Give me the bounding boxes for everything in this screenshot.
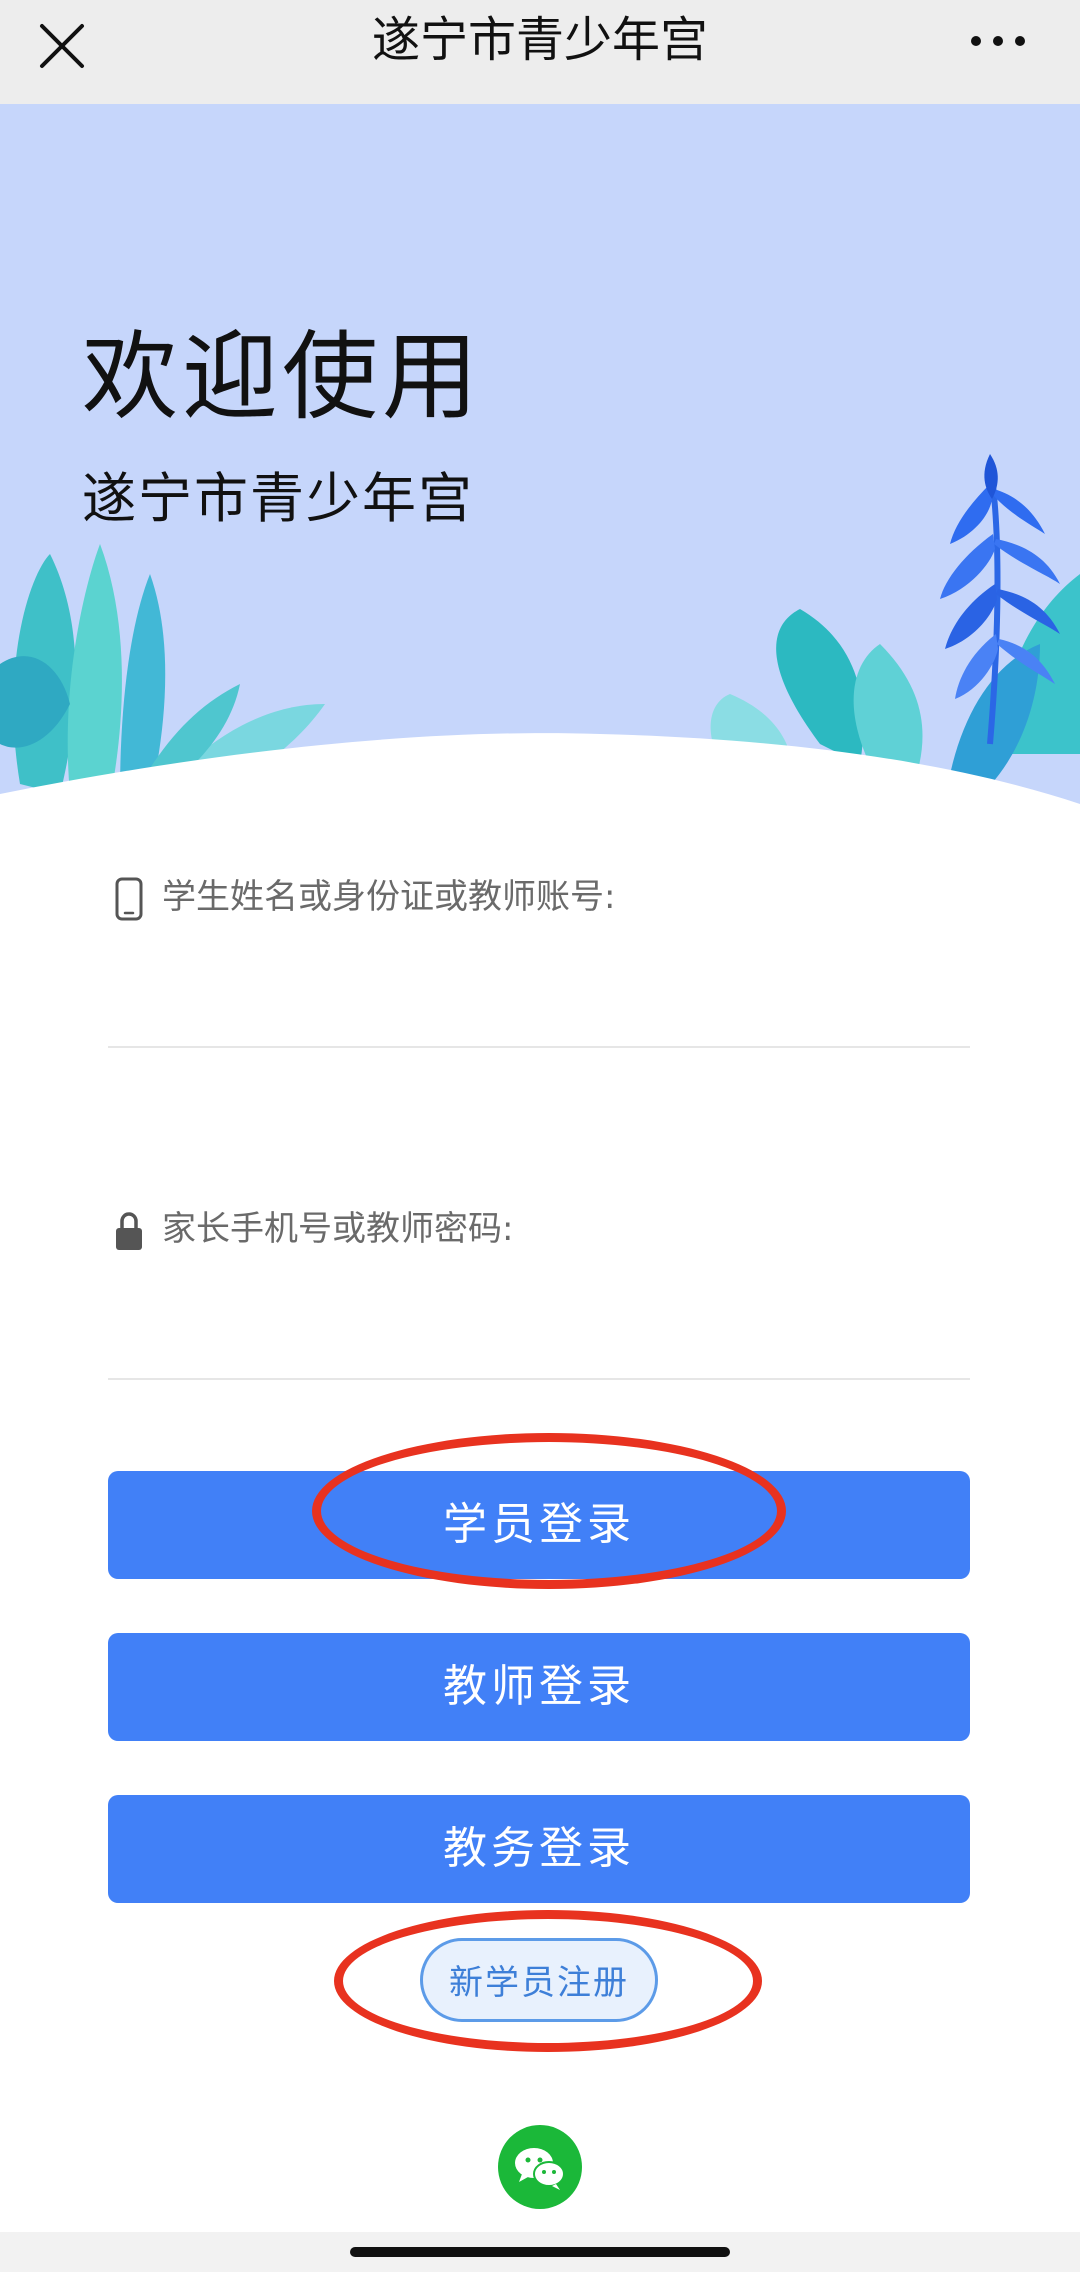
account-label: 学生姓名或身份证或教师账号: bbox=[162, 877, 616, 917]
account-underline bbox=[108, 1046, 970, 1048]
password-label: 家长手机号或教师密码: bbox=[162, 1209, 514, 1249]
new-student-register-button[interactable]: 新学员注册 bbox=[420, 1938, 658, 2022]
navigation-bar: 遂宁市青少年宫 bbox=[0, 0, 1080, 104]
password-underline bbox=[108, 1378, 970, 1380]
phone-icon bbox=[115, 877, 143, 921]
admin-login-button[interactable]: 教务登录 bbox=[108, 1795, 970, 1903]
teacher-login-button[interactable]: 教师登录 bbox=[108, 1633, 970, 1741]
hero-banner: 欢迎使用 遂宁市青少年宫 bbox=[0, 104, 1080, 804]
account-field: 学生姓名或身份证或教师账号: bbox=[108, 872, 974, 1052]
password-input[interactable] bbox=[108, 1274, 974, 1366]
page-title: 遂宁市青少年宫 bbox=[371, 12, 708, 68]
wechat-icon[interactable] bbox=[498, 2125, 582, 2209]
more-dots-icon[interactable] bbox=[968, 26, 1028, 56]
wechat-bubbles-icon bbox=[515, 2148, 565, 2190]
welcome-heading: 欢迎使用 bbox=[82, 321, 482, 433]
home-indicator[interactable] bbox=[350, 2247, 730, 2257]
account-input[interactable] bbox=[108, 942, 974, 1034]
lock-icon bbox=[116, 1212, 142, 1250]
student-login-button[interactable]: 学员登录 bbox=[108, 1471, 970, 1579]
password-field: 家长手机号或教师密码: bbox=[108, 1204, 974, 1384]
leaf-decoration bbox=[0, 454, 1080, 804]
welcome-subtitle: 遂宁市青少年宫 bbox=[82, 467, 474, 530]
